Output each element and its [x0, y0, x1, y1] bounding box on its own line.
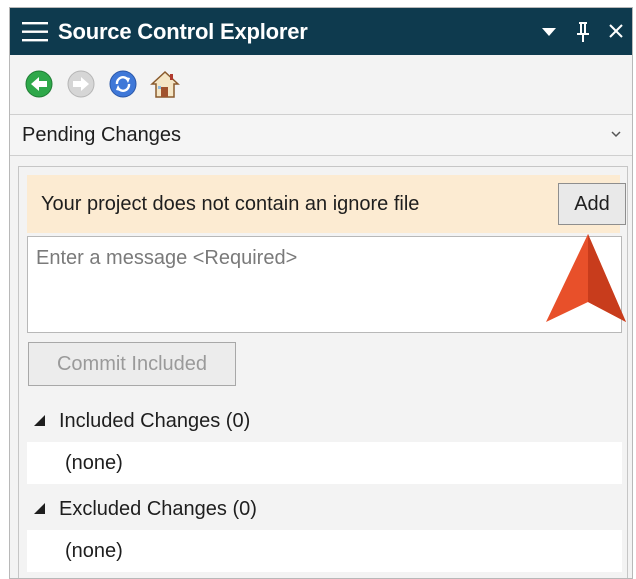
refresh-icon[interactable] — [108, 69, 138, 99]
excluded-changes-title: Excluded Changes — [59, 498, 227, 520]
collapse-triangle-icon[interactable] — [33, 406, 59, 436]
chevron-down-icon[interactable] — [610, 129, 622, 139]
collapse-triangle-icon[interactable] — [33, 494, 59, 524]
list-item: (none) — [27, 442, 622, 484]
ignore-file-notice: Your project does not contain an ignore … — [27, 175, 626, 233]
view-selector-dropdown[interactable]: Pending Changes — [10, 114, 632, 156]
included-changes-title: Included Changes — [59, 410, 221, 432]
commit-message-input[interactable]: Enter a message <Required> — [27, 236, 622, 333]
message-placeholder: Enter a message <Required> — [36, 247, 298, 269]
pin-icon[interactable] — [576, 8, 590, 55]
notice-text: Your project does not contain an ignore … — [41, 193, 420, 215]
excluded-changes-header[interactable]: Excluded Changes (0) — [33, 494, 257, 524]
list-item: (none) — [27, 530, 622, 572]
pending-changes-panel: Your project does not contain an ignore … — [18, 166, 628, 578]
included-changes-count: (0) — [225, 410, 251, 432]
included-changes-header[interactable]: Included Changes (0) — [33, 406, 250, 436]
view-selector-value: Pending Changes — [22, 124, 182, 146]
home-icon[interactable] — [150, 69, 180, 99]
excluded-changes-count: (0) — [232, 498, 257, 520]
back-arrow-icon[interactable] — [24, 69, 54, 99]
excluded-none-text: (none) — [65, 540, 123, 562]
window-title: Source Control Explorer — [58, 19, 308, 44]
included-none-text: (none) — [65, 452, 123, 474]
triangle-down-icon[interactable] — [541, 8, 557, 55]
menu-icon[interactable] — [22, 21, 48, 43]
commit-included-button[interactable]: Commit Included — [28, 342, 236, 386]
title-bar: Source Control Explorer — [10, 8, 632, 55]
add-ignore-file-button[interactable]: Add — [558, 183, 626, 225]
close-icon[interactable] — [608, 8, 624, 55]
annotation-arrow-icon — [546, 234, 626, 322]
toolbar — [10, 55, 632, 113]
forward-arrow-icon[interactable] — [66, 69, 96, 99]
source-control-explorer-window: Source Control Explorer Pending Changes … — [9, 7, 633, 579]
